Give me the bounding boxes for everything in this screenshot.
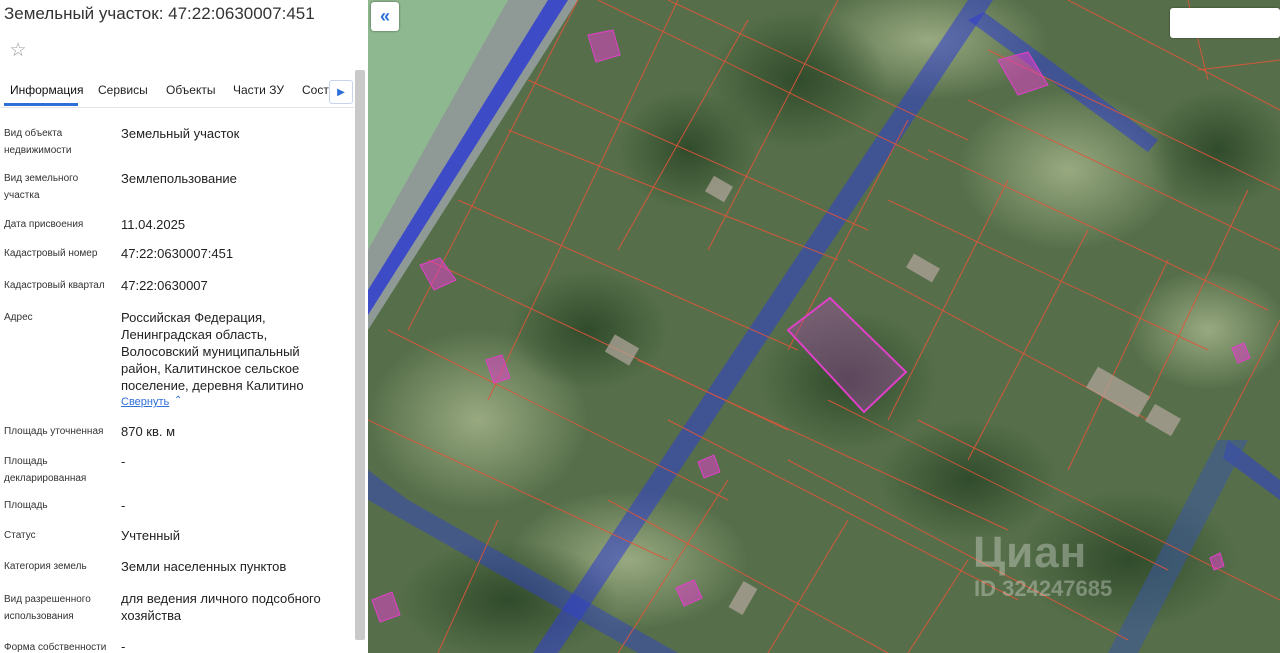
field-label-cadastral-quarter: Кадастровый квартал: [4, 280, 105, 291]
chevron-up-icon[interactable]: ⌃: [174, 395, 182, 406]
map-search-input[interactable]: [1170, 8, 1280, 38]
field-value-address: Российская Федерация, Ленинградская обла…: [121, 310, 304, 393]
chevron-right-icon: ▶: [337, 86, 345, 98]
field-label-cadastral-number: Кадастровый номер: [4, 248, 98, 259]
field-label-object-type: Вид объекта недвижимости: [4, 128, 72, 156]
field-value-cadastral-number[interactable]: 47:22:0630007:451: [121, 245, 349, 262]
tab-services[interactable]: Сервисы: [98, 83, 148, 97]
satellite-map-layer: [368, 0, 1280, 653]
field-label-area-declared: Площадь декларированная: [4, 456, 87, 484]
field-value-area-declared: -: [121, 454, 126, 469]
field-label-address: Адрес: [4, 312, 33, 323]
tab-info[interactable]: Информация: [10, 83, 83, 97]
field-label-area: Площадь: [4, 500, 48, 511]
tab-objects[interactable]: Объекты: [166, 83, 216, 97]
field-value-area: -: [121, 498, 126, 513]
page-title: Земельный участок: 47:22:0630007:451: [4, 4, 315, 23]
collapse-panel-button[interactable]: «: [371, 2, 399, 31]
tab-composition-clip: Состав: [300, 72, 330, 106]
field-value-ownership: -: [121, 639, 126, 653]
field-label-status: Статус: [4, 530, 36, 541]
field-value-assign-date: 11.04.2025: [121, 217, 186, 232]
field-value-permitted-use: для ведения личного подсобного хозяйства: [121, 591, 321, 623]
tab-parts[interactable]: Части ЗУ: [233, 83, 284, 97]
panel-scrollbar[interactable]: [355, 70, 365, 640]
field-label-land-type: Вид земельного участка: [4, 173, 79, 201]
field-value-object-type: Земельный участок: [121, 126, 240, 141]
field-label-land-category: Категория земель: [4, 561, 87, 572]
field-label-assign-date: Дата присвоения: [4, 219, 84, 230]
favorite-star-icon[interactable]: ☆: [4, 36, 32, 64]
double-chevron-left-icon: «: [379, 6, 390, 26]
cadastral-map[interactable]: « Циан ID 324247685: [368, 0, 1280, 653]
active-tab-indicator: [4, 103, 78, 106]
field-label-ownership: Форма собственности: [4, 642, 107, 653]
watermark-text: Циан: [973, 528, 1088, 577]
field-value-land-category: Земли населенных пунктов: [121, 559, 287, 574]
info-panel: Земельный участок: 47:22:0630007:451 ☆ И…: [0, 0, 369, 653]
watermark-id-text: ID 324247685: [974, 576, 1113, 601]
field-value-cadastral-quarter[interactable]: 47:22:0630007: [121, 277, 349, 294]
field-label-permitted-use: Вид разрешенного использования: [4, 594, 91, 622]
field-value-land-type: Землепользование: [121, 171, 237, 186]
tabs-scroll-right-button[interactable]: ▶: [329, 80, 353, 104]
field-value-area-specified: 870 кв. м: [121, 424, 176, 439]
address-collapse-link[interactable]: Свернуть: [121, 396, 169, 408]
tab-composition[interactable]: Состав: [302, 83, 330, 97]
field-value-status: Учтенный: [121, 528, 181, 543]
tab-bar: Информация Сервисы Объекты Части ЗУ Сост…: [0, 72, 354, 108]
field-label-area-specified: Площадь уточненная: [4, 426, 104, 437]
